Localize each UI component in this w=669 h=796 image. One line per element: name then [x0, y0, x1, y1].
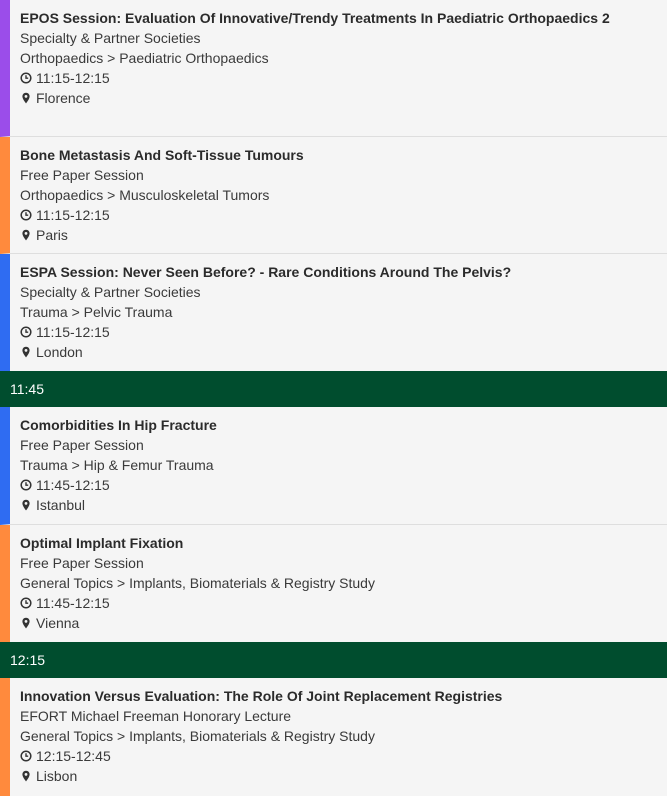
session-item[interactable]: Comorbidities In Hip Fracture Free Paper…	[0, 407, 667, 525]
session-title: Bone Metastasis And Soft-Tissue Tumours	[20, 147, 304, 163]
session-title: Comorbidities In Hip Fracture	[20, 417, 217, 433]
map-marker-icon	[20, 346, 32, 358]
session-time: 11:15-12:15	[36, 207, 110, 223]
session-item[interactable]: Bone Metastasis And Soft-Tissue Tumours …	[0, 137, 667, 254]
clock-icon	[20, 72, 32, 84]
map-marker-icon	[20, 770, 32, 782]
clock-icon	[20, 479, 32, 491]
session-type: Free Paper Session	[20, 437, 144, 453]
session-type: Specialty & Partner Societies	[20, 30, 201, 46]
session-category: Trauma > Hip & Femur Trauma	[20, 457, 214, 473]
session-list: EPOS Session: Evaluation Of Innovative/T…	[0, 0, 667, 796]
session-room: Florence	[36, 90, 91, 106]
map-marker-icon	[20, 229, 32, 241]
session-time: 11:15-12:15	[36, 70, 110, 86]
session-room: London	[36, 344, 83, 360]
session-title: ESPA Session: Never Seen Before? - Rare …	[20, 264, 512, 280]
clock-icon	[20, 750, 32, 762]
session-title: EPOS Session: Evaluation Of Innovative/T…	[20, 10, 610, 26]
session-category: Orthopaedics > Musculoskeletal Tumors	[20, 187, 270, 203]
session-type: Free Paper Session	[20, 167, 144, 183]
map-marker-icon	[20, 499, 32, 511]
session-category: Trauma > Pelvic Trauma	[20, 304, 173, 320]
clock-icon	[20, 597, 32, 609]
session-item[interactable]: ESPA Session: Never Seen Before? - Rare …	[0, 254, 667, 371]
session-time: 12:15-12:45	[36, 748, 111, 764]
session-category: General Topics > Implants, Biomaterials …	[20, 728, 375, 744]
session-type: Specialty & Partner Societies	[20, 284, 201, 300]
session-category: Orthopaedics > Paediatric Orthopaedics	[20, 50, 269, 66]
clock-icon	[20, 326, 32, 338]
session-item[interactable]: EPOS Session: Evaluation Of Innovative/T…	[0, 0, 667, 137]
session-type: Free Paper Session	[20, 555, 144, 571]
session-category: General Topics > Implants, Biomaterials …	[20, 575, 375, 591]
map-marker-icon	[20, 617, 32, 629]
session-title: Innovation Versus Evaluation: The Role O…	[20, 688, 503, 704]
session-time: 11:15-12:15	[36, 324, 110, 340]
map-marker-icon	[20, 92, 32, 104]
session-room: Istanbul	[36, 497, 86, 513]
session-room: Vienna	[36, 615, 80, 631]
session-title: Optimal Implant Fixation	[20, 535, 184, 551]
session-room: Lisbon	[36, 768, 78, 784]
time-slot-header: 12:15	[0, 642, 667, 678]
session-type: EFORT Michael Freeman Honorary Lecture	[20, 708, 292, 724]
session-time: 11:45-12:15	[36, 477, 110, 493]
session-item[interactable]: Innovation Versus Evaluation: The Role O…	[0, 678, 667, 796]
session-item[interactable]: Optimal Implant Fixation Free Paper Sess…	[0, 525, 667, 642]
clock-icon	[20, 209, 32, 221]
time-slot-header: 11:45	[0, 371, 667, 407]
session-time: 11:45-12:15	[36, 595, 110, 611]
session-room: Paris	[36, 227, 68, 243]
